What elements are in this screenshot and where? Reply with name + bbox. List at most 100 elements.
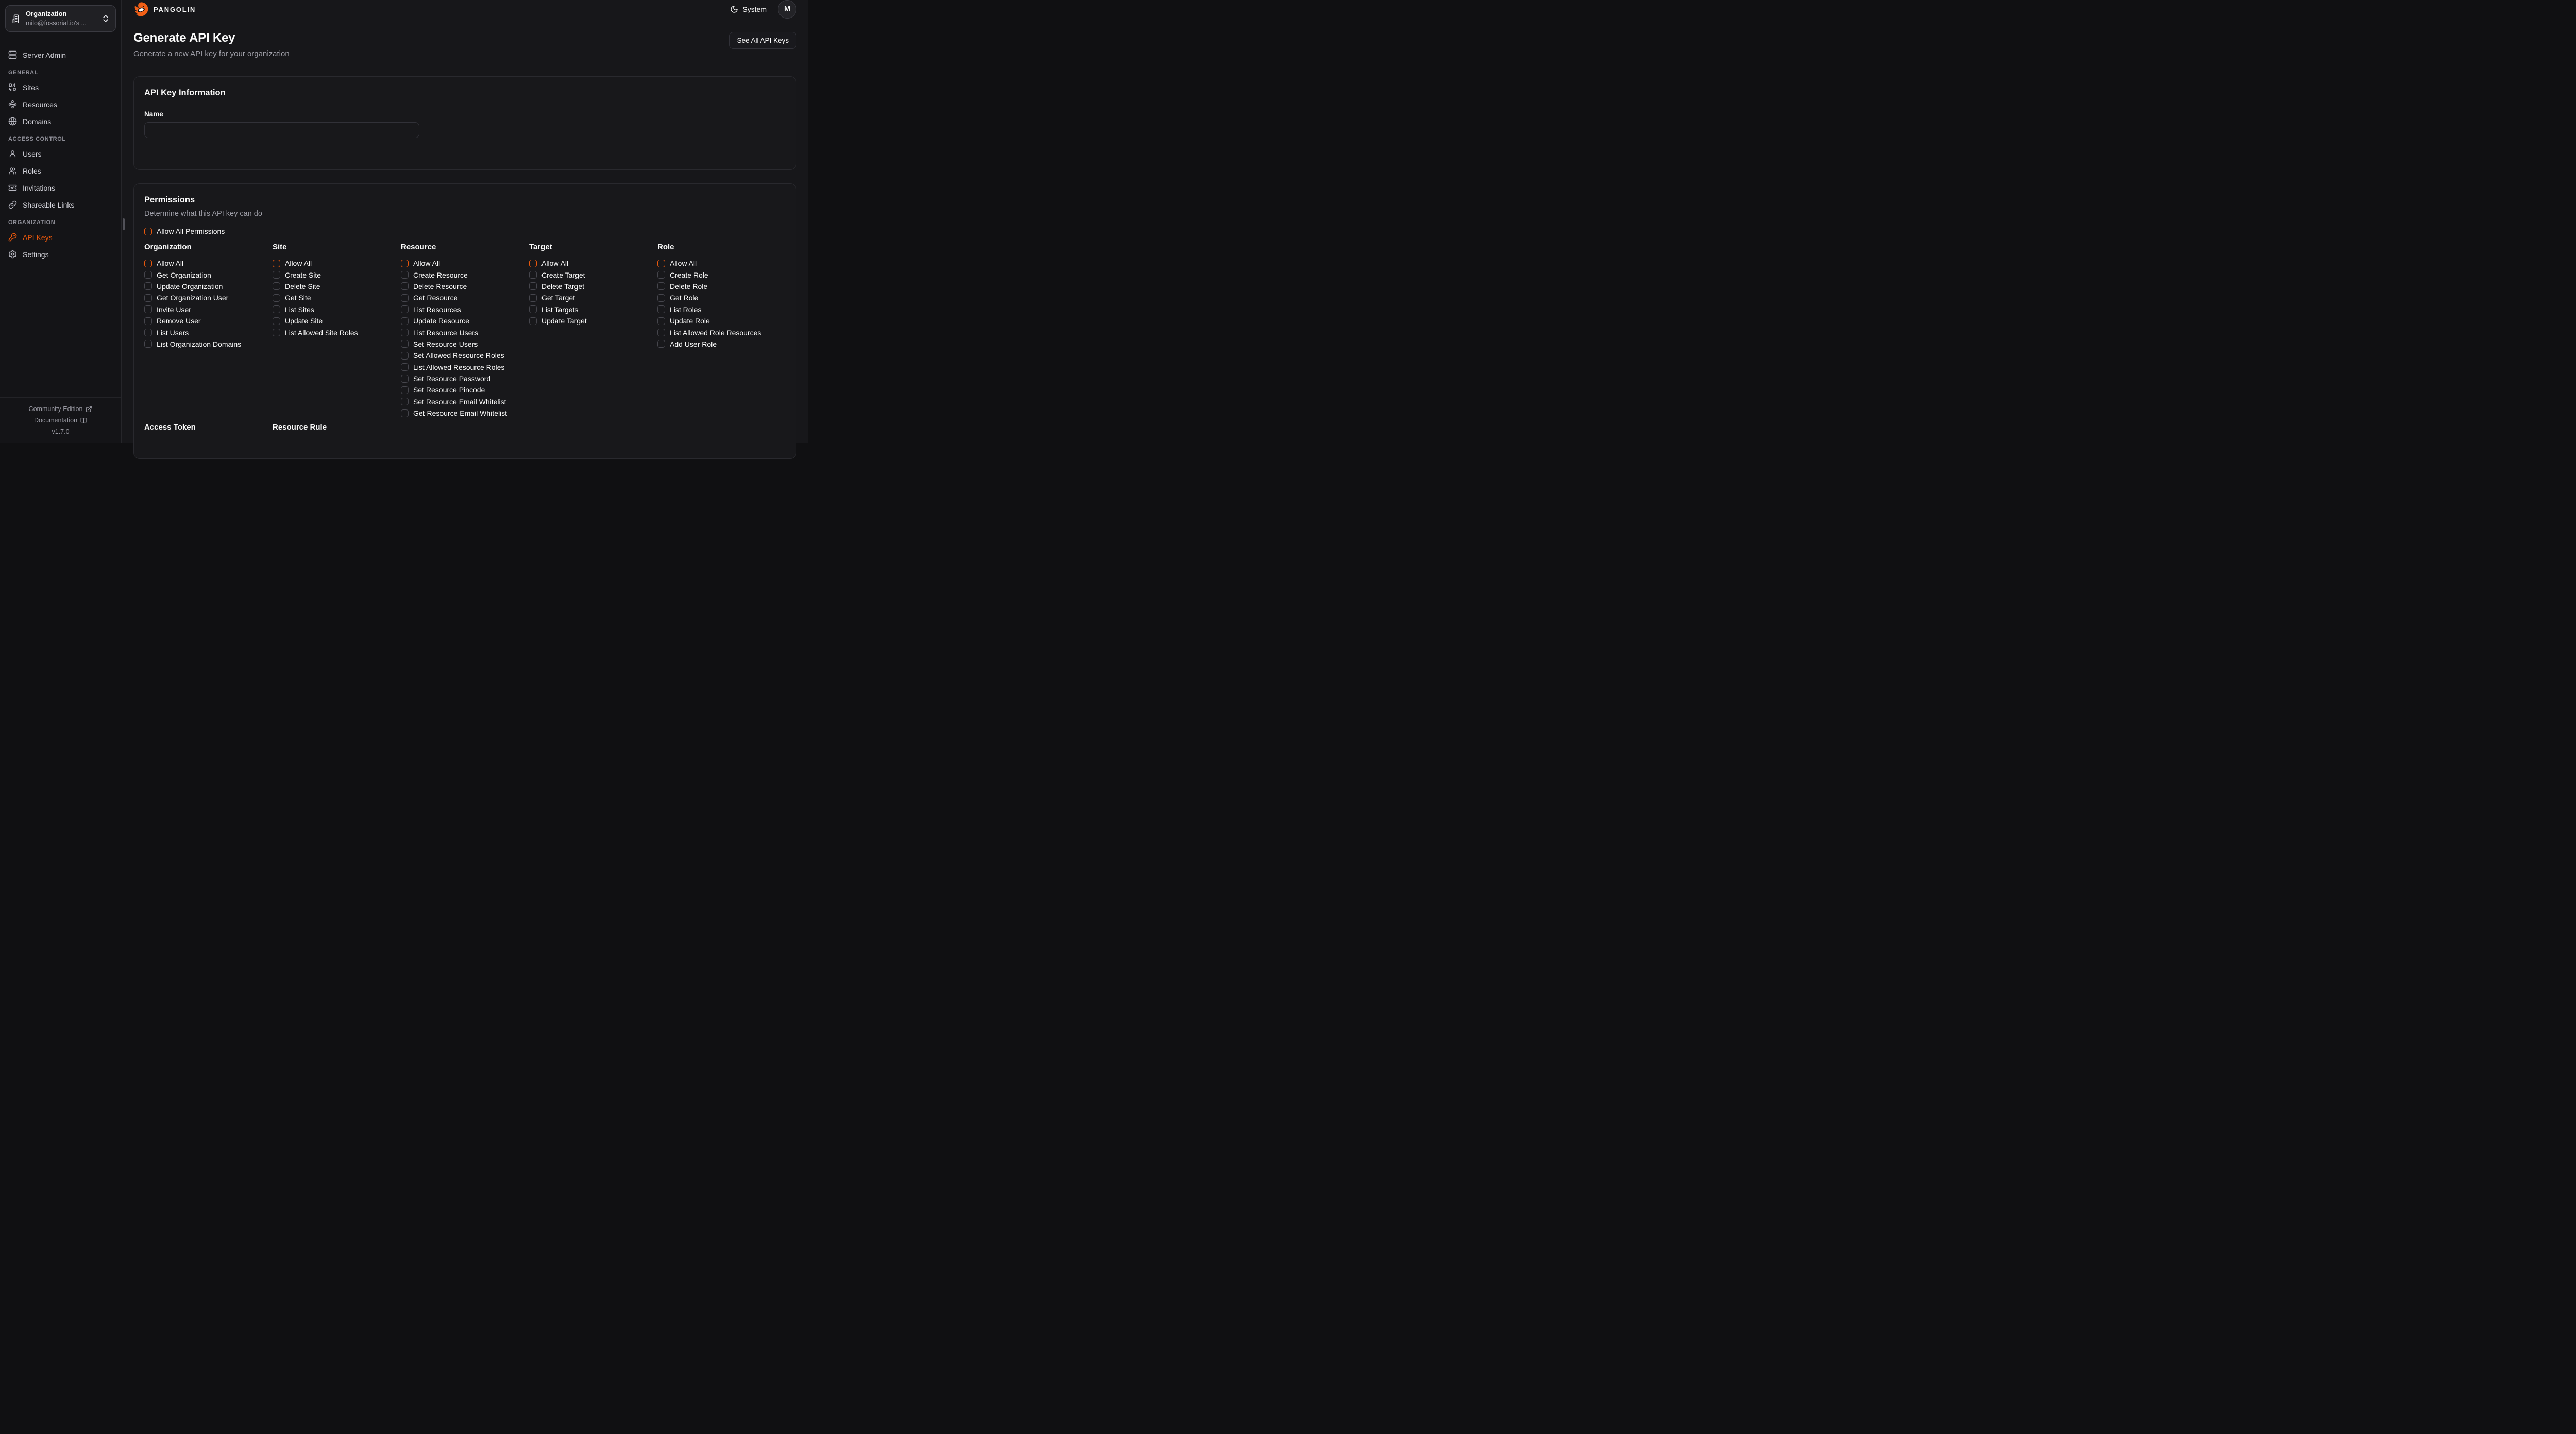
brand-logo[interactable]: PANGOLIN	[133, 2, 196, 17]
checkbox-role-create-role[interactable]	[657, 271, 665, 279]
permission-row-target-list-targets[interactable]: List Targets	[529, 304, 657, 315]
permission-row-resource-create-resource[interactable]: Create Resource	[401, 269, 529, 280]
sidebar-item-server-admin[interactable]: Server Admin	[8, 46, 113, 63]
sidebar-item-users[interactable]: Users	[8, 145, 113, 162]
permission-row-site-create-site[interactable]: Create Site	[273, 269, 401, 280]
sidebar-item-shareable-links[interactable]: Shareable Links	[8, 196, 113, 213]
checkbox-resource-set-allowed-resource-roles[interactable]	[401, 352, 409, 360]
checkbox-resource-get-resource[interactable]	[401, 294, 409, 302]
permission-row-role-allow-all[interactable]: Allow All	[657, 258, 786, 269]
sidebar-item-resources[interactable]: Resources	[8, 96, 113, 113]
permission-row-resource-list-allowed-resource-roles[interactable]: List Allowed Resource Roles	[401, 362, 529, 373]
checkbox-organization-allow-all[interactable]	[144, 260, 152, 267]
permission-row-role-list-allowed-role-resources[interactable]: List Allowed Role Resources	[657, 327, 786, 338]
permission-row-organization-update-organization[interactable]: Update Organization	[144, 281, 273, 292]
checkbox-resource-list-resources[interactable]	[401, 305, 409, 313]
permission-row-site-update-site[interactable]: Update Site	[273, 315, 401, 327]
sidebar-scrollbar-thumb[interactable]	[123, 218, 125, 230]
sidebar-item-settings[interactable]: Settings	[8, 246, 113, 263]
checkbox-site-create-site[interactable]	[273, 271, 280, 279]
checkbox-role-get-role[interactable]	[657, 294, 665, 302]
permission-row-target-allow-all[interactable]: Allow All	[529, 258, 657, 269]
checkbox-resource-get-resource-email-whitelist[interactable]	[401, 409, 409, 417]
permission-row-site-list-sites[interactable]: List Sites	[273, 304, 401, 315]
permission-row-resource-list-resources[interactable]: List Resources	[401, 304, 529, 315]
checkbox-resource-list-allowed-resource-roles[interactable]	[401, 363, 409, 371]
checkbox-role-delete-role[interactable]	[657, 282, 665, 290]
checkbox-resource-set-resource-password[interactable]	[401, 375, 409, 383]
permission-row-site-allow-all[interactable]: Allow All	[273, 258, 401, 269]
allow-all-permissions-checkbox[interactable]	[144, 228, 152, 235]
permission-row-resource-get-resource[interactable]: Get Resource	[401, 292, 529, 303]
permission-row-organization-list-organization-domains[interactable]: List Organization Domains	[144, 338, 273, 350]
checkbox-target-allow-all[interactable]	[529, 260, 537, 267]
permission-row-role-get-role[interactable]: Get Role	[657, 292, 786, 303]
permission-row-resource-set-resource-users[interactable]: Set Resource Users	[401, 338, 529, 350]
checkbox-role-list-roles[interactable]	[657, 305, 665, 313]
checkbox-resource-set-resource-email-whitelist[interactable]	[401, 398, 409, 405]
permission-row-role-update-role[interactable]: Update Role	[657, 315, 786, 327]
allow-all-permissions-row[interactable]: Allow All Permissions	[144, 227, 786, 235]
checkbox-role-add-user-role[interactable]	[657, 340, 665, 348]
permission-row-resource-delete-resource[interactable]: Delete Resource	[401, 281, 529, 292]
permission-row-target-get-target[interactable]: Get Target	[529, 292, 657, 303]
permission-row-resource-set-resource-email-whitelist[interactable]: Set Resource Email Whitelist	[401, 396, 529, 407]
sidebar-item-invitations[interactable]: Invitations	[8, 179, 113, 196]
sidebar-item-api-keys[interactable]: API Keys	[8, 229, 113, 246]
user-avatar[interactable]: M	[778, 0, 796, 19]
checkbox-resource-list-resource-users[interactable]	[401, 329, 409, 336]
permission-row-resource-set-resource-pincode[interactable]: Set Resource Pincode	[401, 384, 529, 396]
checkbox-site-list-sites[interactable]	[273, 305, 280, 313]
permission-row-site-list-allowed-site-roles[interactable]: List Allowed Site Roles	[273, 327, 401, 338]
checkbox-target-update-target[interactable]	[529, 317, 537, 325]
checkbox-site-get-site[interactable]	[273, 294, 280, 302]
checkbox-role-list-allowed-role-resources[interactable]	[657, 329, 665, 336]
name-input[interactable]	[144, 122, 419, 138]
permission-row-target-update-target[interactable]: Update Target	[529, 315, 657, 327]
checkbox-resource-update-resource[interactable]	[401, 317, 409, 325]
permission-row-target-create-target[interactable]: Create Target	[529, 269, 657, 280]
checkbox-organization-update-organization[interactable]	[144, 282, 152, 290]
permission-row-target-delete-target[interactable]: Delete Target	[529, 281, 657, 292]
checkbox-target-create-target[interactable]	[529, 271, 537, 279]
permission-row-role-delete-role[interactable]: Delete Role	[657, 281, 786, 292]
permission-row-site-delete-site[interactable]: Delete Site	[273, 281, 401, 292]
checkbox-resource-create-resource[interactable]	[401, 271, 409, 279]
permission-row-site-get-site[interactable]: Get Site	[273, 292, 401, 303]
permission-row-organization-list-users[interactable]: List Users	[144, 327, 273, 338]
permission-row-role-add-user-role[interactable]: Add User Role	[657, 338, 786, 350]
checkbox-resource-allow-all[interactable]	[401, 260, 409, 267]
checkbox-role-update-role[interactable]	[657, 317, 665, 325]
permission-row-resource-allow-all[interactable]: Allow All	[401, 258, 529, 269]
checkbox-site-allow-all[interactable]	[273, 260, 280, 267]
checkbox-target-delete-target[interactable]	[529, 282, 537, 290]
checkbox-site-list-allowed-site-roles[interactable]	[273, 329, 280, 336]
checkbox-role-allow-all[interactable]	[657, 260, 665, 267]
checkbox-resource-delete-resource[interactable]	[401, 282, 409, 290]
permission-row-organization-get-organization-user[interactable]: Get Organization User	[144, 292, 273, 303]
permission-row-role-list-roles[interactable]: List Roles	[657, 304, 786, 315]
community-edition-link[interactable]: Community Edition	[0, 403, 121, 415]
sidebar-item-sites[interactable]: Sites	[8, 79, 113, 96]
permission-row-resource-set-allowed-resource-roles[interactable]: Set Allowed Resource Roles	[401, 350, 529, 361]
checkbox-organization-remove-user[interactable]	[144, 317, 152, 325]
organization-selector[interactable]: Organization milo@fossorial.io's ...	[5, 5, 116, 32]
permission-row-role-create-role[interactable]: Create Role	[657, 269, 786, 280]
permission-row-resource-list-resource-users[interactable]: List Resource Users	[401, 327, 529, 338]
permission-row-resource-get-resource-email-whitelist[interactable]: Get Resource Email Whitelist	[401, 407, 529, 419]
checkbox-resource-set-resource-pincode[interactable]	[401, 386, 409, 394]
checkbox-site-delete-site[interactable]	[273, 282, 280, 290]
checkbox-organization-list-organization-domains[interactable]	[144, 340, 152, 348]
documentation-link[interactable]: Documentation	[0, 415, 121, 426]
checkbox-organization-list-users[interactable]	[144, 329, 152, 336]
permission-row-resource-update-resource[interactable]: Update Resource	[401, 315, 529, 327]
checkbox-organization-get-organization-user[interactable]	[144, 294, 152, 302]
checkbox-organization-get-organization[interactable]	[144, 271, 152, 279]
see-all-api-keys-button[interactable]: See All API Keys	[729, 32, 796, 49]
sidebar-item-domains[interactable]: Domains	[8, 113, 113, 130]
checkbox-target-list-targets[interactable]	[529, 305, 537, 313]
permission-row-organization-invite-user[interactable]: Invite User	[144, 304, 273, 315]
sidebar-item-roles[interactable]: Roles	[8, 162, 113, 179]
checkbox-organization-invite-user[interactable]	[144, 305, 152, 313]
theme-toggle[interactable]: System	[730, 5, 767, 13]
